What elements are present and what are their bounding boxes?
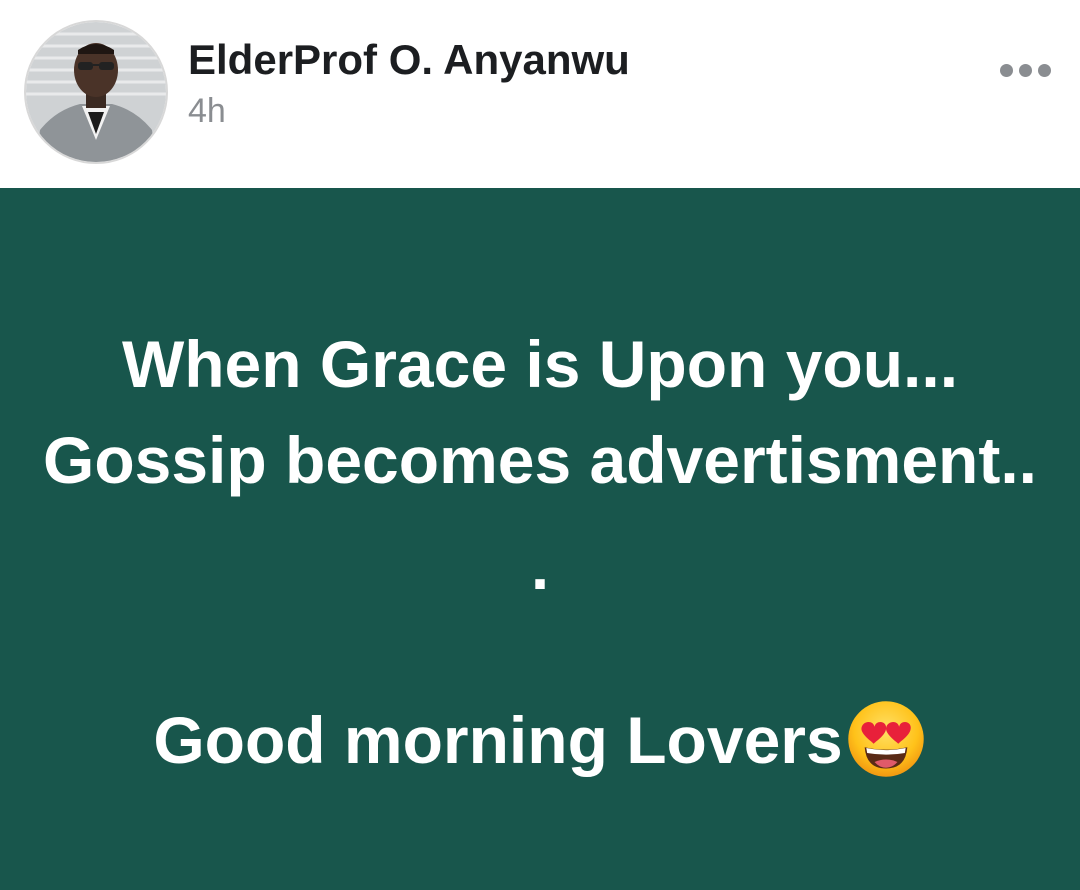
- post-header: ElderProf O. Anyanwu 4h: [0, 0, 1080, 188]
- greeting-text: Good morning Lovers: [153, 703, 843, 777]
- more-dots-icon: [1018, 63, 1032, 77]
- more-dots-icon: [999, 63, 1013, 77]
- author-name[interactable]: ElderProf O. Anyanwu: [188, 36, 630, 84]
- heart-eyes-emoji-icon: [847, 700, 924, 777]
- post-text-line: Gossip becomes advertisment..: [42, 423, 1038, 497]
- post-card: ElderProf O. Anyanwu 4h When Grace is Up…: [0, 0, 1080, 890]
- more-dots-icon: [1037, 63, 1051, 77]
- post-text-line-greeting: Good morning Lovers: [0, 700, 1080, 780]
- more-options-button[interactable]: [990, 52, 1060, 88]
- post-text-line: When Grace is Upon you...: [121, 327, 959, 401]
- profile-photo-icon: [26, 22, 166, 162]
- post-text-background: When Grace is Upon you... Gossip becomes…: [0, 188, 1080, 890]
- avatar[interactable]: [24, 20, 168, 164]
- post-timestamp[interactable]: 4h: [188, 92, 226, 131]
- post-text-line: .: [530, 529, 550, 603]
